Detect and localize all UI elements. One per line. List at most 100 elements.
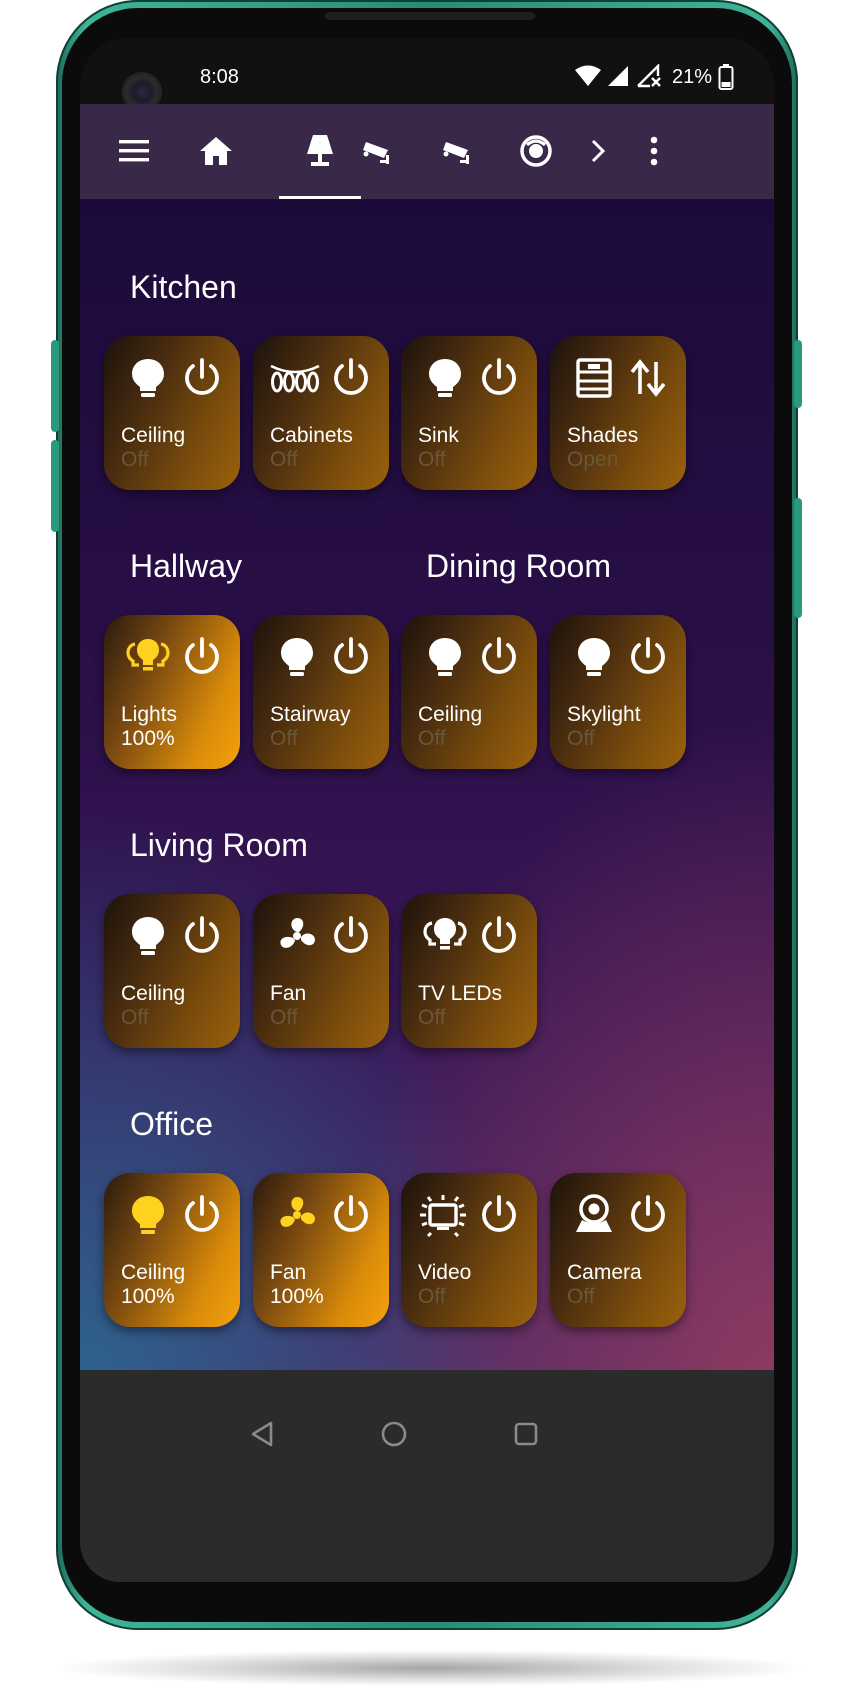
entity-tile-camera[interactable]: Camera Off	[550, 1173, 686, 1327]
string-lights-icon	[270, 356, 320, 400]
power-side-button	[51, 340, 59, 432]
tile-name: Video	[418, 1261, 472, 1284]
tile-name: Cabinets	[270, 424, 353, 447]
status-time: 8:08	[200, 66, 239, 88]
tile-state: Off	[270, 448, 298, 471]
entity-tile-ceiling[interactable]: Ceiling Off	[104, 336, 240, 490]
robot-vacuum-icon[interactable]	[511, 126, 561, 176]
device-shadow	[60, 1650, 802, 1686]
home-circle-icon[interactable]	[374, 1414, 414, 1454]
power-icon[interactable]	[180, 1193, 224, 1237]
entity-tile-stairway[interactable]: Stairway Off	[253, 615, 389, 769]
volume-side-button	[51, 440, 59, 532]
phone-screen: 8:08 21% Kitchen Ceiling Off Cabinets Of…	[80, 38, 774, 1582]
tile-name: Ceiling	[418, 703, 483, 726]
tile-name: Ceiling	[121, 982, 186, 1005]
tile-state: 100%	[121, 727, 175, 750]
section-title: Hallway	[130, 548, 243, 584]
tile-name: Camera	[567, 1261, 642, 1284]
power-icon[interactable]	[626, 635, 670, 679]
entity-tile-tv-leds[interactable]: TV LEDs Off	[401, 894, 537, 1048]
tile-name: Fan	[270, 982, 307, 1005]
entity-tile-skylight[interactable]: Skylight Off	[550, 615, 686, 769]
tile-state: Off	[418, 727, 446, 750]
tile-state: Off	[567, 1285, 595, 1308]
entity-tile-ceiling[interactable]: Ceiling Off	[104, 894, 240, 1048]
power-icon[interactable]	[329, 914, 373, 958]
section-title: Living Room	[130, 827, 308, 863]
camera-cctv-icon[interactable]	[352, 126, 402, 176]
entity-tile-ceiling[interactable]: Ceiling Off	[401, 615, 537, 769]
power-icon[interactable]	[329, 356, 373, 400]
tile-name: TV LEDs	[418, 982, 503, 1005]
lightbulb-icon	[275, 635, 319, 679]
earpiece	[325, 12, 535, 20]
tile-state: Off	[121, 1006, 149, 1029]
lightbulb-icon	[572, 635, 616, 679]
more-vertical-icon[interactable]	[629, 126, 679, 176]
entity-tile-ceiling[interactable]: Ceiling 100%	[104, 1173, 240, 1327]
power-icon[interactable]	[180, 635, 224, 679]
battery-icon	[718, 64, 734, 90]
tile-state: Off	[418, 448, 446, 471]
tile-state: Off	[418, 1285, 446, 1308]
fan-icon	[275, 914, 319, 958]
tile-state: 100%	[270, 1285, 324, 1308]
signal-icon	[608, 66, 628, 86]
power-icon[interactable]	[477, 1193, 521, 1237]
tile-name: Ceiling	[121, 424, 186, 447]
signal-no-data-icon	[637, 64, 661, 88]
entity-tile-cabinets[interactable]: Cabinets Off	[253, 336, 389, 490]
section-title: Office	[130, 1106, 213, 1142]
power-icon[interactable]	[329, 1193, 373, 1237]
power-icon[interactable]	[477, 914, 521, 958]
lightbulb-icon	[423, 356, 467, 400]
entity-tile-lights[interactable]: Lights 100%	[104, 615, 240, 769]
lamp-icon[interactable]	[295, 126, 345, 176]
lightbulb-group-icon	[423, 914, 467, 958]
entity-tile-fan[interactable]: Fan Off	[253, 894, 389, 1048]
lightbulb-icon	[126, 914, 170, 958]
right-side-button	[794, 340, 802, 408]
recents-icon[interactable]	[506, 1414, 546, 1454]
battery-percent: 21%	[672, 66, 713, 88]
lightbulb-icon	[126, 356, 170, 400]
back-icon[interactable]	[242, 1414, 282, 1454]
power-icon[interactable]	[329, 635, 373, 679]
power-icon[interactable]	[180, 914, 224, 958]
chevron-right-icon[interactable]	[573, 126, 623, 176]
entity-tile-shades[interactable]: Shades Open	[550, 336, 686, 490]
home-icon[interactable]	[191, 126, 241, 176]
tile-name: Lights	[121, 703, 178, 726]
menu-icon[interactable]	[110, 126, 160, 176]
power-icon[interactable]	[626, 1193, 670, 1237]
power-icon[interactable]	[477, 635, 521, 679]
status-bar: 8:08 21%	[80, 38, 774, 110]
camera-cctv-icon-2[interactable]	[432, 126, 482, 176]
tile-name: Skylight	[567, 703, 641, 726]
power-icon[interactable]	[180, 356, 224, 400]
right-side-button-2	[794, 498, 802, 618]
tile-state: Open	[567, 448, 619, 471]
entity-tile-sink[interactable]: Sink Off	[401, 336, 537, 490]
webcam-icon	[572, 1193, 616, 1237]
power-icon[interactable]	[477, 356, 521, 400]
tile-name: Stairway	[270, 703, 351, 726]
tile-state: Off	[418, 1006, 446, 1029]
tile-name: Ceiling	[121, 1261, 186, 1284]
video-light-icon	[418, 1193, 468, 1238]
entity-tile-fan[interactable]: Fan 100%	[253, 1173, 389, 1327]
navigation-bar	[80, 1370, 774, 1582]
tile-name: Sink	[418, 424, 459, 447]
top-toolbar	[80, 104, 774, 199]
lightbulb-group-icon	[126, 635, 170, 679]
entity-tile-video[interactable]: Video Off	[401, 1173, 537, 1327]
tile-state: 100%	[121, 1285, 175, 1308]
lightbulb-icon	[126, 1193, 170, 1237]
lightbulb-icon	[423, 635, 467, 679]
section-title: Kitchen	[130, 269, 237, 305]
dashboard-content: Kitchen Ceiling Off Cabinets Off Sink Off Shade…	[80, 199, 774, 1394]
swap-vertical-icon[interactable]	[626, 356, 670, 400]
tile-state: Off	[270, 1006, 298, 1029]
tile-state: Off	[567, 727, 595, 750]
